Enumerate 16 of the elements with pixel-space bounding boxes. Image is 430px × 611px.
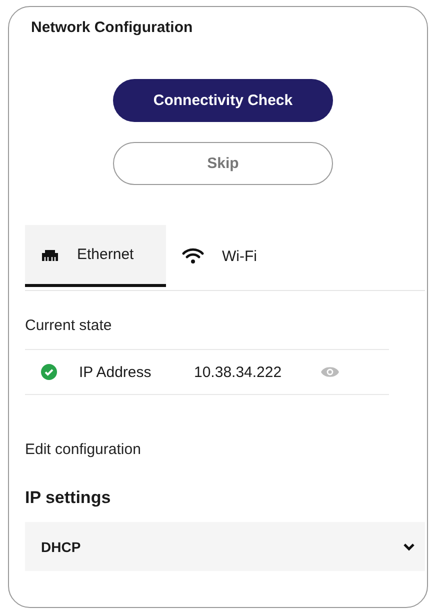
panel-title: Network Configuration <box>31 19 194 38</box>
skip-button[interactable]: Skip <box>113 142 333 185</box>
ip-mode-dropdown[interactable]: DHCP <box>25 522 425 571</box>
section-heading: Current state <box>25 317 113 334</box>
tab[interactable]: Ethernet <box>25 225 166 287</box>
chevron-down-icon <box>403 542 415 550</box>
field-label: IP Address <box>79 364 152 380</box>
ethernet-port-icon <box>41 248 59 260</box>
connectivity-check-button[interactable]: Connectivity Check <box>113 79 333 122</box>
wifi-icon <box>182 248 204 264</box>
ip-address-value: 10.38.34.222 <box>194 364 282 380</box>
section-title: IP settings <box>25 488 112 508</box>
eye-icon[interactable] <box>320 366 340 378</box>
section-heading: Edit configuration <box>25 441 142 458</box>
tab[interactable]: Wi-Fi <box>166 225 273 290</box>
check-circle-icon <box>41 364 57 380</box>
